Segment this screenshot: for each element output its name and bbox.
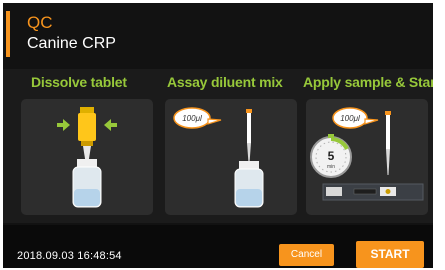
footer-bar: 2018.09.03 16:48:54 Cancel START [3,225,433,268]
datetime-display: 2018.09.03 16:48:54 [17,250,122,262]
step-1-title: Dissolve tablet [31,74,127,90]
step-1-panel [21,99,153,215]
pipette-vial-icon: 100μl [173,107,264,208]
timer-minutes: 5 [328,149,335,163]
cancel-button[interactable]: Cancel [279,244,334,266]
tablet-vial-icon [57,107,117,208]
header-accent-bar [6,11,10,57]
device-screen: QC Canine CRP Dissolve tablet Assay dilu… [3,3,433,268]
step-3-panel: 100μl 5 min [306,99,428,215]
test-name: Canine CRP [27,35,116,52]
step-2-volume-label: 100μl [182,114,202,123]
start-button[interactable]: START [356,241,424,268]
page-title: QC [27,13,53,32]
timer-unit: min [327,164,335,170]
step-3-volume-label: 100μl [340,114,360,123]
step-3-title: Apply sample & Start [303,74,433,90]
step-2-panel: 100μl [165,99,297,215]
instruction-steps: Dissolve tablet Assay diluent mix 100μl … [3,69,433,223]
pipette-timer-cartridge-icon: 100μl 5 min [310,107,424,201]
step-2-title: Assay diluent mix [167,74,283,90]
